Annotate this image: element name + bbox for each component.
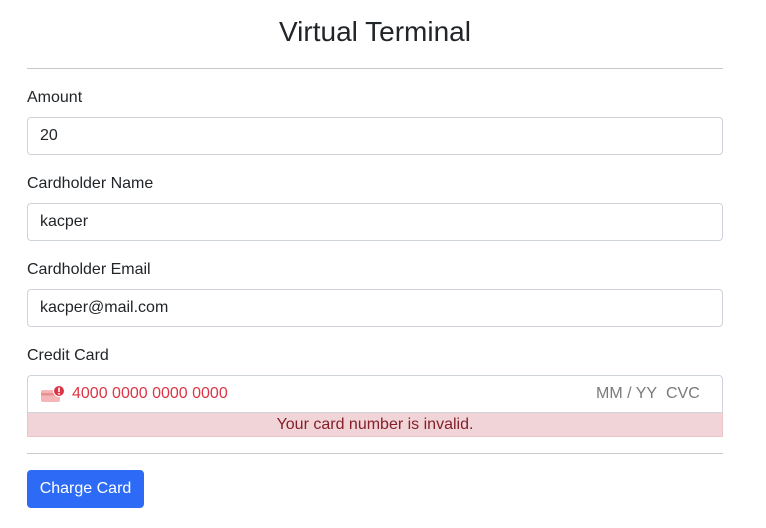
charge-card-button[interactable]: Charge Card — [27, 470, 144, 508]
credit-card-field[interactable]: 4000 0000 0000 0000 MM / YY CVC — [27, 375, 723, 413]
amount-label: Amount — [27, 89, 83, 106]
cardholder-name-input[interactable] — [27, 203, 723, 241]
cardholder-name-label: Cardholder Name — [27, 175, 154, 192]
bottom-divider — [27, 453, 723, 454]
card-error-icon — [41, 385, 65, 402]
top-divider — [27, 68, 723, 69]
card-error-message: Your card number is invalid. — [27, 413, 723, 437]
cardholder-email-input[interactable] — [27, 289, 723, 327]
card-cvc-input[interactable]: CVC — [666, 385, 700, 403]
amount-input[interactable] — [27, 117, 723, 155]
virtual-terminal-page: Virtual Terminal Amount Cardholder Name … — [0, 0, 766, 528]
credit-card-label: Credit Card — [27, 347, 109, 364]
cardholder-email-label: Cardholder Email — [27, 261, 151, 278]
card-number-input[interactable]: 4000 0000 0000 0000 — [72, 385, 228, 403]
page-title: Virtual Terminal — [279, 16, 471, 47]
card-expiry-input[interactable]: MM / YY — [596, 385, 657, 403]
